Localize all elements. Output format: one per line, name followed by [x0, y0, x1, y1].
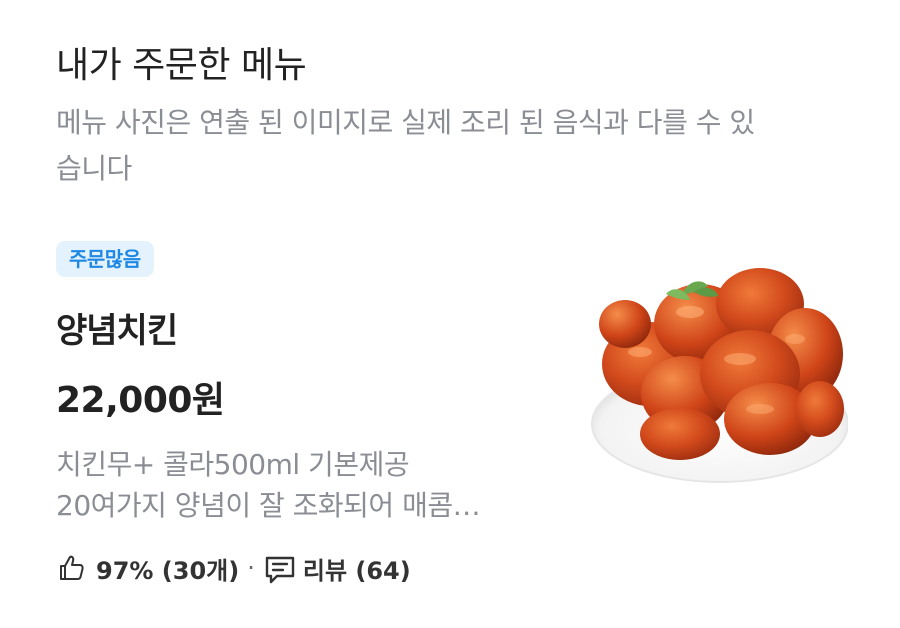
like-rate: 97% (30개): [96, 556, 240, 585]
popular-badge: 주문많음: [56, 241, 154, 277]
fried-chicken-photo: [590, 244, 849, 494]
menu-description: 치킨무+ 콜라500ml 기본제공 20여가지 양념이 잘 조화되어 매콤…: [56, 444, 536, 526]
thumbs-up-icon: [56, 553, 86, 583]
review-bubble-icon: [263, 553, 295, 584]
stats-separator: ·: [247, 554, 255, 582]
menu-stats: 97% (30개) · 리뷰 (64): [56, 548, 411, 588]
menu-photo-notice: 메뉴 사진은 연출 된 이미지로 실제 조리 된 음식과 다를 수 있습니다: [56, 106, 755, 185]
review-count[interactable]: 리뷰 (64): [303, 551, 411, 586]
menu-price: 22,000원: [56, 380, 225, 421]
menu-description-line: 치킨무+ 콜라500ml 기본제공: [56, 448, 410, 481]
section-title: 내가 주문한 메뉴: [56, 45, 307, 86]
menu-description-line: 20여가지 양념이 잘 조화되어 매콤…: [56, 489, 481, 522]
menu-name: 양념치킨: [56, 311, 178, 351]
